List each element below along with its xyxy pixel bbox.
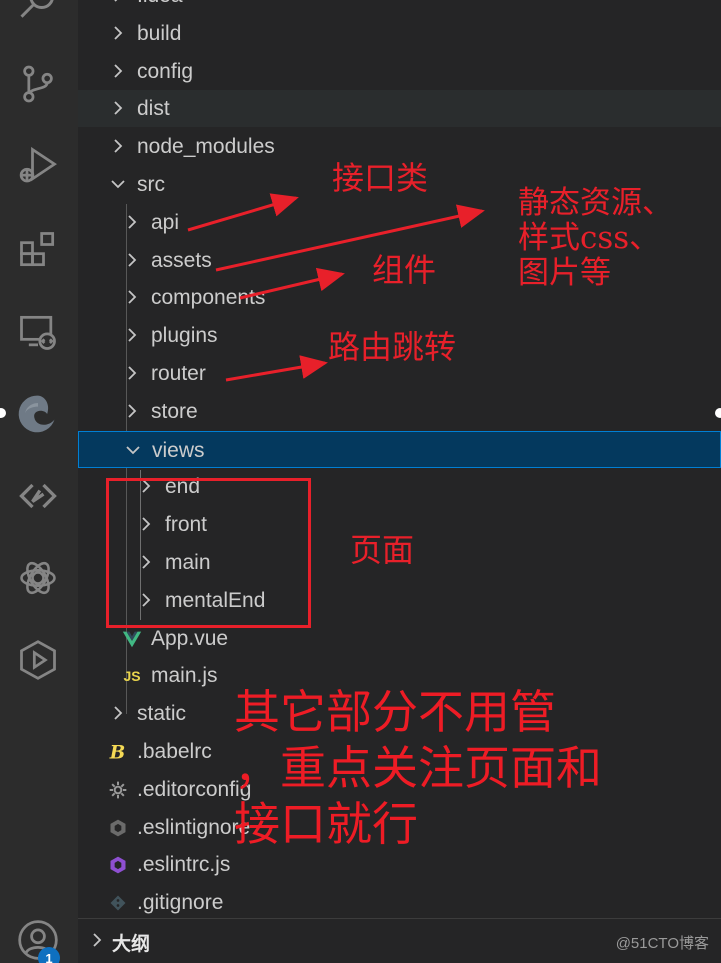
annotation-api: 接口类 xyxy=(332,159,429,197)
tree-item-label: build xyxy=(137,21,182,45)
notification-badge: 1 xyxy=(38,947,60,963)
run-debug-icon[interactable] xyxy=(14,142,62,190)
tree-item-label: assets xyxy=(151,248,212,272)
chevron-right-icon xyxy=(125,251,139,269)
extensions-icon[interactable] xyxy=(14,226,62,274)
watermark: @51CTO博客 xyxy=(615,935,709,952)
chevron-right-icon xyxy=(125,402,139,420)
chevron-right-icon xyxy=(125,326,139,344)
gear-icon xyxy=(107,779,129,801)
indicator-dot xyxy=(0,408,6,418)
remote-explorer-icon[interactable] xyxy=(14,308,62,356)
edge-icon[interactable] xyxy=(14,390,62,438)
chevron-right-icon xyxy=(111,99,125,117)
tree-item-label: dist xyxy=(137,97,170,121)
annotation-assets-1: 静态资源、 xyxy=(518,185,673,221)
tree-item-views[interactable]: views xyxy=(78,430,721,468)
annotation-note-1: 其它部分不用管 xyxy=(234,685,556,739)
chevron-right-icon xyxy=(111,137,125,155)
svg-text:B: B xyxy=(109,742,126,763)
chevron-down-icon xyxy=(111,175,125,193)
search-icon[interactable] xyxy=(14,0,62,26)
eslint-file-icon xyxy=(107,854,129,876)
tree-item-label: src xyxy=(137,173,165,196)
js-file-icon: JS xyxy=(121,665,143,687)
openai-icon[interactable] xyxy=(14,554,62,602)
chevron-right-icon xyxy=(111,704,125,722)
tree-item-gitignore[interactable]: .gitignore xyxy=(78,884,721,921)
annotation-components: 组件 xyxy=(372,251,437,289)
tree-item-label: components xyxy=(151,286,266,310)
annotation-router: 路由跳转 xyxy=(328,328,457,366)
indicator-dot xyxy=(715,408,721,418)
chevron-right-icon xyxy=(111,62,125,80)
tree-item-dist[interactable]: dist xyxy=(78,90,721,128)
tree-item-label: .babelrc xyxy=(137,740,212,763)
tree-item-store[interactable]: store xyxy=(78,393,721,430)
activity-bar: 1 xyxy=(0,0,78,963)
tree-item-label: .eslintrc.js xyxy=(137,853,231,877)
chevron-right-icon xyxy=(125,213,139,231)
tree-item-label: App.vue xyxy=(151,626,229,650)
annotation-assets-2: 样式css、 xyxy=(518,220,661,256)
chevron-right-icon xyxy=(125,288,139,306)
tree-item-label: api xyxy=(151,210,180,234)
tree-item-idea[interactable]: .idea xyxy=(78,0,721,14)
annotation-note-3: 接口就行 xyxy=(234,797,418,851)
source-control-icon[interactable] xyxy=(14,60,62,108)
git-file-icon xyxy=(107,892,129,914)
tree-item-label: config xyxy=(137,59,194,83)
chevron-right-icon xyxy=(125,364,139,382)
babel-file-icon: B xyxy=(107,741,129,763)
views-highlight-box xyxy=(106,478,311,628)
tree-item-label: router xyxy=(151,362,206,385)
live-share-icon[interactable] xyxy=(14,472,62,520)
annotation-assets-3: 图片等 xyxy=(518,255,611,291)
chevron-down-icon xyxy=(126,441,140,459)
eslintignore-file-icon xyxy=(107,817,129,839)
tree-item-label: static xyxy=(137,702,187,726)
tree-item-config[interactable]: config xyxy=(78,53,721,90)
tree-item-label: .gitignore xyxy=(137,891,224,915)
annotation-note-2: ，重点关注页面和 xyxy=(234,741,602,795)
tree-item-build[interactable]: build xyxy=(78,15,721,52)
tree-item-label: plugins xyxy=(151,324,218,348)
chevron-right-icon xyxy=(90,931,104,949)
chevron-right-icon xyxy=(111,0,125,4)
js-icon-text: JS xyxy=(123,668,141,685)
tree-item-label: main.js xyxy=(151,664,218,688)
tree-item-label: views xyxy=(152,438,205,462)
vue-file-icon xyxy=(121,628,143,650)
tree-item-label: node_modules xyxy=(137,135,275,159)
player-icon[interactable] xyxy=(14,636,62,684)
outline-label: 大纲 xyxy=(112,934,151,955)
annotation-views: 页面 xyxy=(350,531,415,569)
tree-item-label: store xyxy=(151,399,198,423)
chevron-right-icon xyxy=(111,24,125,42)
tree-item-label: .idea xyxy=(137,0,183,8)
